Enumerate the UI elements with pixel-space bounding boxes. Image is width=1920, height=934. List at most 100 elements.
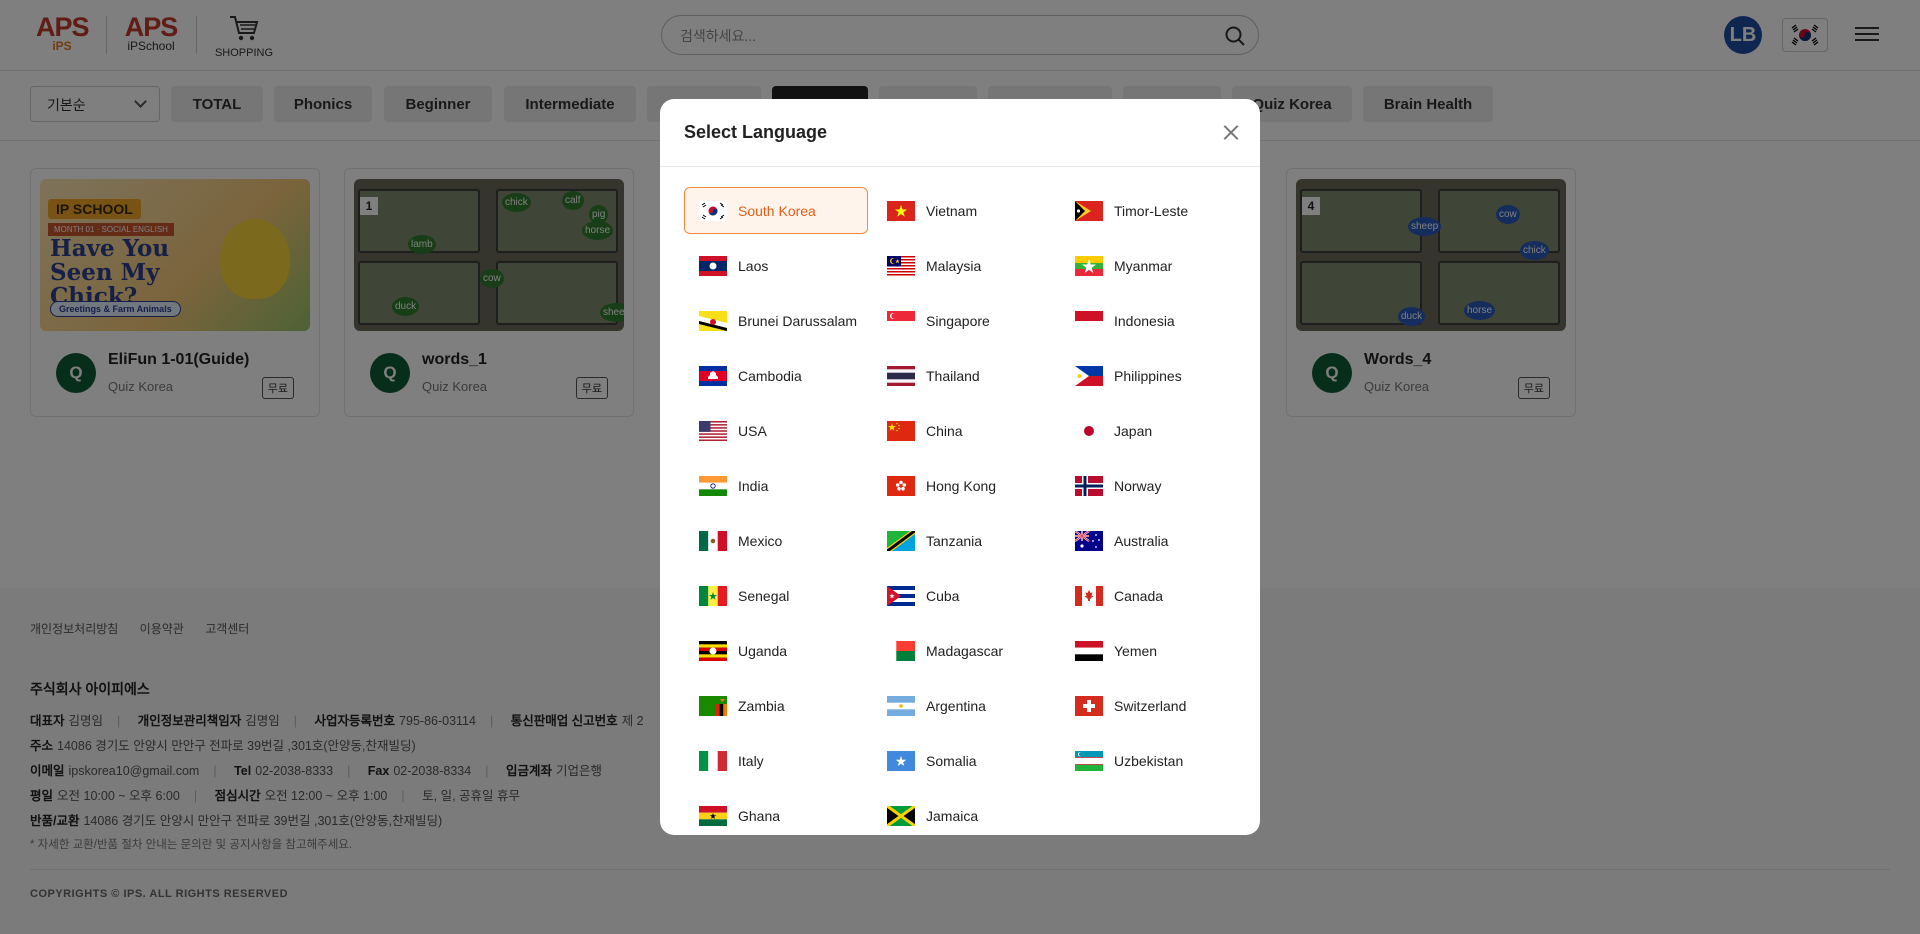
language-option-indonesia[interactable]: Indonesia (1060, 297, 1244, 344)
language-option-label: Uganda (738, 642, 788, 659)
language-option-madagascar[interactable]: Madagascar (872, 627, 1056, 674)
madagascar-flag-icon (887, 640, 915, 661)
yemen-flag-icon (1075, 640, 1103, 661)
jamaica-flag-icon (887, 805, 915, 826)
language-option-argentina[interactable]: Argentina (872, 682, 1056, 729)
language-option-uzbekistan[interactable]: Uzbekistan (1060, 737, 1244, 784)
language-option-australia[interactable]: Australia (1060, 517, 1244, 564)
language-option-south-korea[interactable]: South Korea (684, 187, 868, 234)
india-flag-icon (699, 475, 727, 496)
senegal-flag-icon (699, 585, 727, 606)
language-option-china[interactable]: China (872, 407, 1056, 454)
language-grid: South Korea Vietnam Timor-Leste Laos Malaysi… (684, 187, 1236, 835)
timor-leste-flag-icon (1075, 200, 1103, 221)
language-option-label: Canada (1114, 587, 1164, 604)
language-option-label: Switzerland (1114, 697, 1187, 714)
language-option-label: Malaysia (926, 257, 982, 274)
malaysia-flag-icon (887, 255, 915, 276)
language-option-philippines[interactable]: Philippines (1060, 352, 1244, 399)
laos-flag-icon (699, 255, 727, 276)
language-option-senegal[interactable]: Senegal (684, 572, 868, 619)
italy-flag-icon (699, 750, 727, 771)
language-option-label: Italy (738, 752, 764, 769)
language-modal: Select Language South Korea Vietnam Timor-… (660, 99, 1260, 835)
language-option-brunei-darussalam[interactable]: Brunei Darussalam (684, 297, 868, 344)
language-option-label: Myanmar (1114, 257, 1173, 274)
language-option-laos[interactable]: Laos (684, 242, 868, 289)
language-option-hong-kong[interactable]: Hong Kong (872, 462, 1056, 509)
japan-flag-icon (1075, 420, 1103, 441)
language-option-label: Somalia (926, 752, 977, 769)
language-option-india[interactable]: India (684, 462, 868, 509)
language-option-jamaica[interactable]: Jamaica (872, 792, 1056, 835)
language-option-malaysia[interactable]: Malaysia (872, 242, 1056, 289)
language-option-yemen[interactable]: Yemen (1060, 627, 1244, 674)
tanzania-flag-icon (887, 530, 915, 551)
close-icon[interactable] (1220, 122, 1242, 144)
language-option-vietnam[interactable]: Vietnam (872, 187, 1056, 234)
usa-flag-icon (699, 420, 727, 441)
language-option-label: India (738, 477, 769, 494)
language-option-usa[interactable]: USA (684, 407, 868, 454)
language-option-somalia[interactable]: Somalia (872, 737, 1056, 784)
language-option-label: Philippines (1114, 367, 1182, 384)
language-option-label: Tanzania (926, 532, 983, 549)
language-option-label: Thailand (926, 367, 980, 384)
language-option-uganda[interactable]: Uganda (684, 627, 868, 674)
language-option-myanmar[interactable]: Myanmar (1060, 242, 1244, 289)
language-option-label: Vietnam (926, 202, 978, 219)
philippines-flag-icon (1075, 365, 1103, 386)
language-option-label: Indonesia (1114, 312, 1175, 329)
language-option-label: Timor-Leste (1114, 202, 1189, 219)
language-option-label: South Korea (738, 202, 816, 219)
language-option-label: Madagascar (926, 642, 1004, 659)
language-option-label: Ghana (738, 807, 781, 824)
language-option-timor-leste[interactable]: Timor-Leste (1060, 187, 1244, 234)
uzbekistan-flag-icon (1075, 750, 1103, 771)
language-option-ghana[interactable]: Ghana (684, 792, 868, 835)
thailand-flag-icon (887, 365, 915, 386)
language-option-label: Argentina (926, 697, 986, 714)
language-option-label: China (926, 422, 963, 439)
language-option-label: Norway (1114, 477, 1162, 494)
norway-flag-icon (1075, 475, 1103, 496)
language-option-cambodia[interactable]: Cambodia (684, 352, 868, 399)
language-option-label: Brunei Darussalam (738, 312, 858, 329)
language-option-singapore[interactable]: Singapore (872, 297, 1056, 344)
language-option-label: Hong Kong (926, 477, 997, 494)
canada-flag-icon (1075, 585, 1103, 606)
language-option-label: Yemen (1114, 642, 1158, 659)
language-option-cuba[interactable]: Cuba (872, 572, 1056, 619)
australia-flag-icon (1075, 530, 1103, 551)
vietnam-flag-icon (887, 200, 915, 221)
hong-kong-flag-icon (887, 475, 915, 496)
mexico-flag-icon (699, 530, 727, 551)
language-option-tanzania[interactable]: Tanzania (872, 517, 1056, 564)
argentina-flag-icon (887, 695, 915, 716)
language-option-zambia[interactable]: Zambia (684, 682, 868, 729)
language-option-japan[interactable]: Japan (1060, 407, 1244, 454)
language-option-canada[interactable]: Canada (1060, 572, 1244, 619)
indonesia-flag-icon (1075, 310, 1103, 331)
language-option-label: Singapore (926, 312, 990, 329)
modal-title: Select Language (684, 122, 828, 142)
language-option-label: Uzbekistan (1114, 752, 1184, 769)
language-option-label: Australia (1114, 532, 1169, 549)
language-option-label: Zambia (738, 697, 785, 714)
language-option-label: Laos (738, 257, 769, 274)
language-option-label: Cuba (926, 587, 960, 604)
modal-header: Select Language (660, 99, 1260, 167)
ghana-flag-icon (699, 805, 727, 826)
cuba-flag-icon (887, 585, 915, 606)
myanmar-flag-icon (1075, 255, 1103, 276)
language-option-norway[interactable]: Norway (1060, 462, 1244, 509)
zambia-flag-icon (699, 695, 727, 716)
language-option-italy[interactable]: Italy (684, 737, 868, 784)
somalia-flag-icon (887, 750, 915, 771)
language-option-mexico[interactable]: Mexico (684, 517, 868, 564)
language-option-label: Senegal (738, 587, 790, 604)
language-option-label: USA (738, 422, 767, 439)
language-option-thailand[interactable]: Thailand (872, 352, 1056, 399)
brunei-darussalam-flag-icon (699, 310, 727, 331)
language-option-switzerland[interactable]: Switzerland (1060, 682, 1244, 729)
